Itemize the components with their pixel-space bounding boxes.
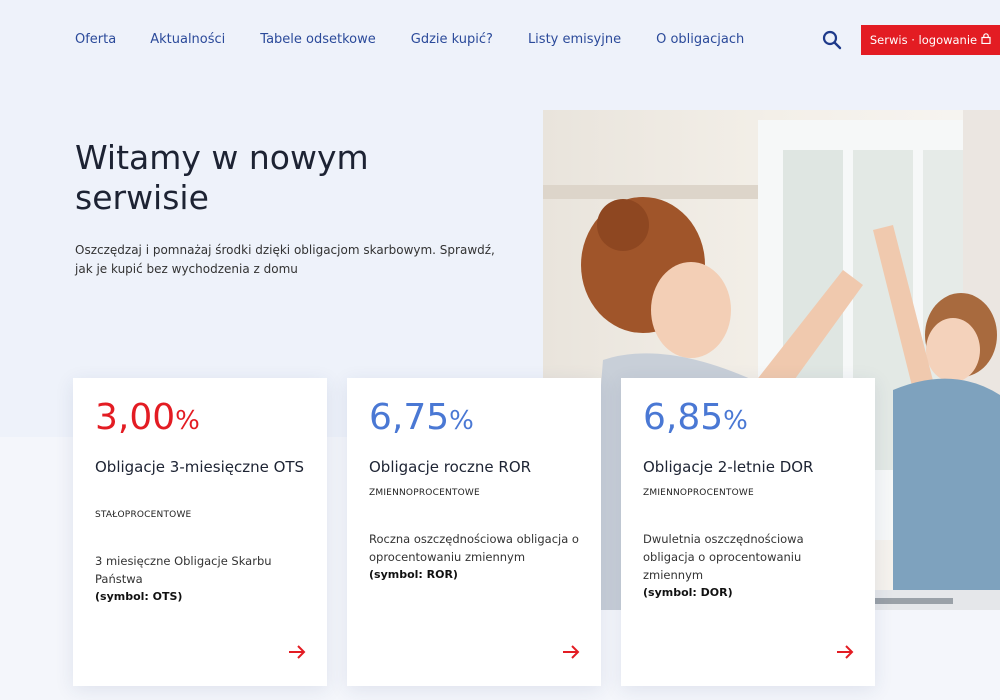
bond-card-ror[interactable]: 6,75% Obligacje roczne ROR ZMIENNOPROCEN… — [347, 378, 601, 686]
percent-sign: % — [175, 406, 200, 436]
bond-description-text: 3 miesięczne Obligacje Skarbu Państwa — [95, 554, 272, 586]
hero-subtitle: Oszczędzaj i pomnażaj środki dzięki obli… — [75, 243, 495, 276]
bond-rate-value: 6,75 — [369, 397, 450, 438]
nav-item-oferta[interactable]: Oferta — [75, 32, 116, 47]
login-button-label: Serwis · logowanie — [869, 33, 978, 47]
bond-card-ots[interactable]: 3,00% Obligacje 3-miesięczne OTS STAŁOPR… — [73, 378, 327, 686]
bond-symbol: (symbol: OTS) — [95, 590, 183, 603]
page-title: Witamy w nowym serwisie — [75, 138, 369, 217]
bond-rate: 6,75% — [369, 396, 474, 443]
bond-rate: 3,00% — [95, 396, 200, 443]
nav-item-aktualnosci[interactable]: Aktualności — [150, 32, 225, 47]
bond-type-label: ZMIENNOPROCENTOWE — [643, 488, 754, 498]
bond-description: Roczna oszczędnościowa obligacja o oproc… — [369, 530, 584, 584]
bond-description: Dwuletnia oszczędnościowa obligacja o op… — [643, 530, 858, 602]
bond-rate: 6,85% — [643, 396, 748, 443]
arrow-right-icon[interactable] — [561, 644, 581, 660]
lock-icon — [981, 33, 991, 47]
main-nav: Oferta Aktualności Tabele odsetkowe Gdzi… — [75, 32, 779, 47]
bond-symbol: (symbol: ROR) — [369, 568, 458, 581]
bond-rate-value: 3,00 — [95, 397, 176, 438]
bond-name: Obligacje 3-miesięczne OTS — [95, 458, 305, 476]
bond-description-text: Roczna oszczędnościowa obligacja o oproc… — [369, 532, 579, 564]
percent-sign: % — [449, 406, 474, 436]
nav-item-gdzie-kupic[interactable]: Gdzie kupić? — [411, 32, 493, 47]
bond-name: Obligacje roczne ROR — [369, 458, 532, 476]
bond-type-label: ZMIENNOPROCENTOWE — [369, 488, 480, 498]
bond-description-text: Dwuletnia oszczędnościowa obligacja o op… — [643, 532, 804, 582]
nav-item-o-obligacjach[interactable]: O obligacjach — [656, 32, 744, 47]
nav-item-tabele-odsetkowe[interactable]: Tabele odsetkowe — [260, 32, 375, 47]
percent-sign: % — [723, 406, 748, 436]
nav-item-listy-emisyjne[interactable]: Listy emisyjne — [528, 32, 621, 47]
arrow-right-icon[interactable] — [835, 644, 855, 660]
bond-card-dor[interactable]: 6,85% Obligacje 2-letnie DOR ZMIENNOPROC… — [621, 378, 875, 686]
login-button[interactable]: Serwis · logowanie — [861, 25, 1000, 55]
bond-symbol: (symbol: DOR) — [643, 586, 733, 599]
search-icon[interactable] — [822, 30, 842, 50]
bond-description: 3 miesięczne Obligacje Skarbu Państwa (s… — [95, 552, 310, 606]
bond-rate-value: 6,85 — [643, 397, 724, 438]
bond-name: Obligacje 2-letnie DOR — [643, 458, 814, 476]
bond-type-label: STAŁOPROCENTOWE — [95, 510, 192, 520]
arrow-right-icon[interactable] — [287, 644, 307, 660]
